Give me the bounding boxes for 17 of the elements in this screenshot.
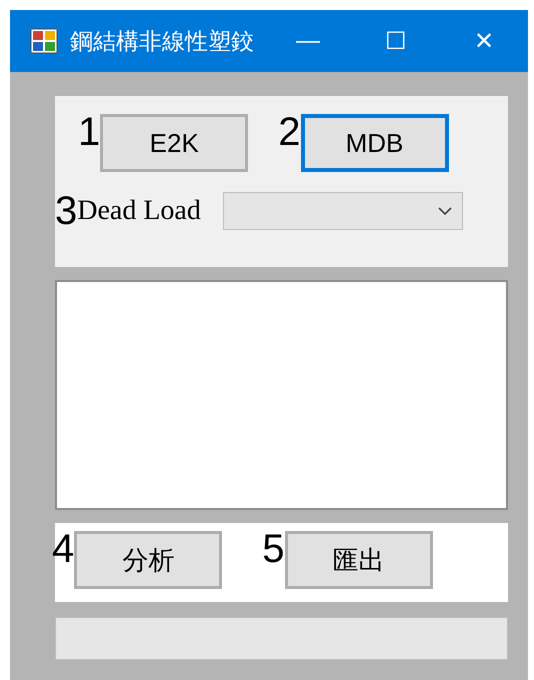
field-label: Dead Load xyxy=(77,195,201,227)
annotation-number: 3 xyxy=(55,191,78,231)
push-button[interactable]: 分析 xyxy=(74,531,222,589)
minimize-button[interactable]: — xyxy=(264,27,352,55)
maximize-button[interactable]: ☐ xyxy=(352,26,440,56)
app-icon xyxy=(30,28,58,54)
window-title: 鋼結構非線性塑鉸 xyxy=(70,26,255,56)
annotation-number: 5 xyxy=(262,529,284,569)
close-button[interactable]: ✕ xyxy=(440,26,528,56)
push-button[interactable]: MDB xyxy=(300,114,448,172)
push-button[interactable]: E2K xyxy=(100,114,248,172)
text-area[interactable] xyxy=(55,280,508,510)
annotation-number: 1 xyxy=(78,112,100,152)
annotation-number: 2 xyxy=(278,112,300,152)
chevron-down-icon xyxy=(438,207,452,215)
annotation-number: 4 xyxy=(52,529,74,569)
push-button[interactable]: 匯出 xyxy=(284,531,432,589)
